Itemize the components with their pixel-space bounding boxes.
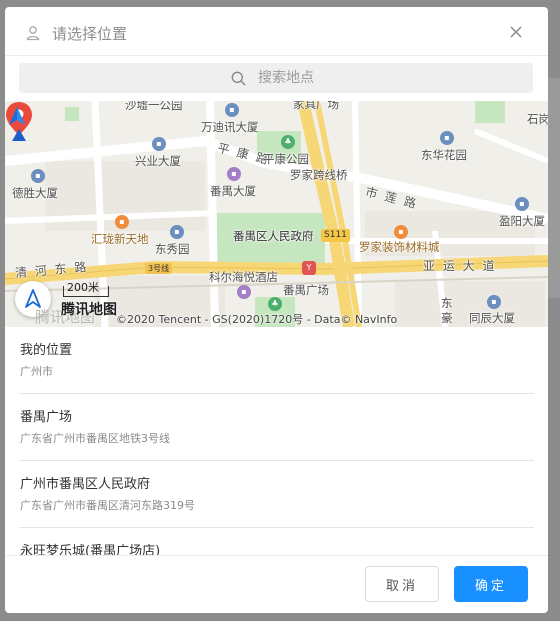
map-label: 平康公园: [263, 152, 309, 166]
search-icon: [231, 71, 246, 86]
map-label: 豪: [441, 311, 453, 325]
result-address: 广州市: [20, 365, 53, 378]
building-icon: ▪: [31, 169, 45, 183]
map-scale-bar: [63, 286, 109, 297]
result-address: 广东省广州市番禺区清河东路319号: [20, 499, 195, 512]
highway-badge: S111: [321, 229, 350, 242]
result-item[interactable]: 广州市番禺区人民政府 广东省广州市番禺区清河东路319号: [19, 461, 534, 528]
dialog-header: 请选择位置: [5, 7, 548, 56]
map-label: 石岗: [527, 112, 548, 126]
building-icon: ▪: [487, 295, 501, 309]
metro-line-badge: 3号线: [145, 263, 173, 274]
map-label: 番禺广场: [283, 283, 329, 297]
map-logo-text: 腾讯地图: [61, 302, 117, 318]
map-label: 东: [441, 296, 453, 310]
backdrop: [548, 78, 560, 298]
hotel-icon: ▪: [227, 167, 241, 181]
shopping-icon: ▪: [394, 225, 408, 239]
result-item[interactable]: 番禺广场 广东省广州市番禺区地铁3号线: [19, 394, 534, 461]
result-name: 永旺梦乐城(番禺广场店): [20, 544, 161, 555]
result-name: 广州市番禺区人民政府: [20, 477, 151, 492]
map-view[interactable]: 沙墟一公园 家具广场 石岗 ▪ 万迪讯大厦 ▪ 兴业大厦 平 康 路 ♣ 平康公…: [5, 101, 548, 327]
dialog-title: 请选择位置: [52, 25, 128, 43]
map-label: 万迪讯大厦: [201, 120, 259, 134]
building-icon: ▪: [440, 131, 454, 145]
map-label: 兴业大厦: [135, 154, 181, 168]
map-label: 汇珑新天地: [91, 232, 149, 246]
map-label: 罗家装饰材料城: [359, 240, 440, 254]
result-name: 番禺广场: [20, 410, 73, 425]
map-copyright: ©2020 Tencent - GS(2020)1720号 - Data© Na…: [116, 313, 398, 326]
result-item[interactable]: 永旺梦乐城(番禺广场店): [19, 528, 534, 555]
metro-station-icon: Y: [302, 261, 316, 275]
map-label: 罗家跨线桥: [290, 168, 348, 182]
map-label: 家具广场: [293, 101, 339, 111]
building-icon: ▪: [152, 137, 166, 151]
dialog-footer: 取消 确定: [5, 555, 548, 613]
results-list: 我的位置 广州市 番禺广场 广东省广州市番禺区地铁3号线 广州市番禺区人民政府 …: [5, 327, 548, 555]
search-bar: [19, 63, 533, 93]
map-label: 东华花园: [421, 148, 467, 162]
map-label-selected: 番禺区人民政府: [233, 229, 314, 243]
location-picker-dialog: 请选择位置 搜索地点 沙墟一公园 家具广场 石岗 ▪ 万迪讯大厦 ▪ 兴业大厦 …: [5, 7, 548, 613]
map-label: 德胜大厦: [12, 186, 58, 200]
building-icon: ▪: [515, 197, 529, 211]
result-name: 我的位置: [20, 343, 73, 358]
road-label: 亚 运 大 道: [423, 259, 497, 273]
building-icon: ▪: [225, 103, 239, 117]
person-pin-icon: [26, 26, 40, 41]
close-icon[interactable]: [509, 25, 523, 39]
map-label: 东秀园: [155, 242, 190, 256]
shopping-icon: ▪: [115, 215, 129, 229]
map-label: 同辰大厦: [469, 311, 515, 325]
search-input[interactable]: [19, 63, 533, 93]
map-label: 科尔海悦酒店: [209, 270, 278, 284]
park-icon: ♣: [281, 135, 295, 149]
tencent-map-logo-icon: [9, 107, 25, 125]
map-label: 盈阳大厦: [499, 214, 545, 228]
park-icon: ♣: [268, 297, 282, 311]
map-label: 番禺大厦: [210, 184, 256, 198]
building-icon: ▪: [170, 225, 184, 239]
hotel-icon: ▪: [237, 285, 251, 299]
park-area: [475, 101, 505, 123]
cancel-button[interactable]: 取消: [365, 566, 439, 602]
confirm-button[interactable]: 确定: [454, 566, 528, 602]
result-address: 广东省广州市番禺区地铁3号线: [20, 432, 170, 445]
result-item[interactable]: 我的位置 广州市: [19, 327, 534, 394]
